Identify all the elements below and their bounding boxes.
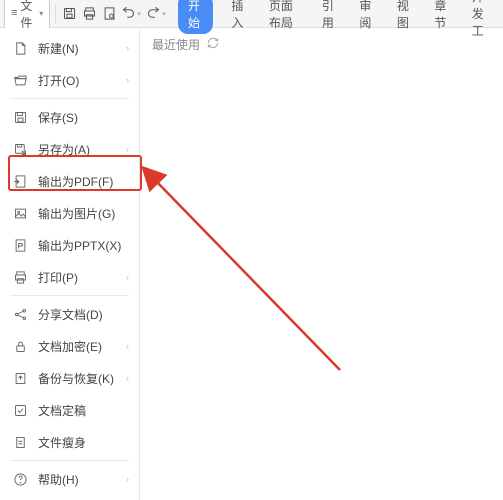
menu-label: 文档加密(E) <box>38 338 126 355</box>
separator <box>55 5 56 23</box>
chevron-right-icon: › <box>126 75 129 85</box>
menu-label: 输出为PDF(F) <box>38 173 129 190</box>
menu-label: 输出为图片(G) <box>38 205 129 222</box>
menu-label: 输出为PPTX(X) <box>38 237 129 254</box>
menu-backup-restore[interactable]: 备份与恢复(K) › <box>0 362 139 394</box>
menu-label: 打开(O) <box>38 72 126 89</box>
save-icon <box>12 109 28 125</box>
chevron-right-icon: › <box>126 341 129 351</box>
menu-label: 新建(N) <box>38 40 126 57</box>
file-menu-label: 文件 <box>20 0 36 31</box>
new-file-icon <box>12 40 28 56</box>
hamburger-icon: ≡ <box>11 8 17 19</box>
menu-label: 文档定稿 <box>38 402 129 419</box>
menu-slimming[interactable]: 文件瘦身 <box>0 426 139 458</box>
chevron-right-icon: › <box>126 474 129 484</box>
recent-panel: 最近使用 <box>140 28 503 500</box>
menu-label: 保存(S) <box>38 109 129 126</box>
menu-separator <box>10 98 129 99</box>
export-pptx-icon <box>12 237 28 253</box>
menu-separator <box>10 460 129 461</box>
recent-label: 最近使用 <box>152 36 200 53</box>
menu-label: 备份与恢复(K) <box>38 370 126 387</box>
print-icon <box>12 269 28 285</box>
save-icon[interactable] <box>61 3 79 25</box>
lock-icon <box>12 338 28 354</box>
undo-dropdown-icon[interactable]: ▾ <box>137 10 141 18</box>
menu-help[interactable]: 帮助(H) › <box>0 463 139 495</box>
menu-label: 帮助(H) <box>38 471 126 488</box>
print-icon[interactable] <box>81 3 99 25</box>
chevron-right-icon: › <box>126 373 129 383</box>
chevron-right-icon: › <box>126 43 129 53</box>
menu-export-image[interactable]: 输出为图片(G) <box>0 197 139 229</box>
file-menu-panel: 新建(N) › 打开(O) › 保存(S) 另存为(A) › <box>0 28 140 500</box>
folder-open-icon <box>12 72 28 88</box>
share-icon <box>12 306 28 322</box>
menu-save[interactable]: 保存(S) <box>0 101 139 133</box>
menu-encrypt[interactable]: 文档加密(E) › <box>0 330 139 362</box>
save-as-icon <box>12 141 28 157</box>
undo-icon[interactable] <box>120 3 138 25</box>
menu-print[interactable]: 打印(P) › <box>0 261 139 293</box>
chevron-right-icon: › <box>126 144 129 154</box>
menu-new[interactable]: 新建(N) › <box>0 32 139 64</box>
menu-label: 文件瘦身 <box>38 434 129 451</box>
menu-open[interactable]: 打开(O) › <box>0 64 139 96</box>
refresh-icon[interactable] <box>206 36 220 50</box>
print-preview-icon[interactable] <box>100 3 118 25</box>
export-pdf-icon: P <box>12 173 28 189</box>
menu-export-pdf[interactable]: P 输出为PDF(F) <box>0 165 139 197</box>
checkmark-icon <box>12 402 28 418</box>
export-image-icon <box>12 205 28 221</box>
compress-icon <box>12 434 28 450</box>
help-icon <box>12 471 28 487</box>
redo-icon[interactable] <box>145 3 163 25</box>
chevron-right-icon: › <box>126 272 129 282</box>
backup-icon <box>12 370 28 386</box>
menu-export-pptx[interactable]: 输出为PPTX(X) <box>0 229 139 261</box>
redo-dropdown-icon[interactable]: ▾ <box>162 10 166 18</box>
menu-label: 打印(P) <box>38 269 126 286</box>
menu-save-as[interactable]: 另存为(A) › <box>0 133 139 165</box>
top-toolbar: ≡ 文件 ▾ ▾ ▾ 开始 插入 页面布局 引用 审阅 视图 章节 开发工 <box>0 0 503 28</box>
menu-label: 分享文档(D) <box>38 306 129 323</box>
menu-share[interactable]: 分享文档(D) <box>0 298 139 330</box>
main-body: 新建(N) › 打开(O) › 保存(S) 另存为(A) › <box>0 28 503 500</box>
menu-label: 另存为(A) <box>38 141 126 158</box>
menu-separator <box>10 295 129 296</box>
menu-finalize[interactable]: 文档定稿 <box>0 394 139 426</box>
chevron-down-icon: ▾ <box>39 9 43 18</box>
